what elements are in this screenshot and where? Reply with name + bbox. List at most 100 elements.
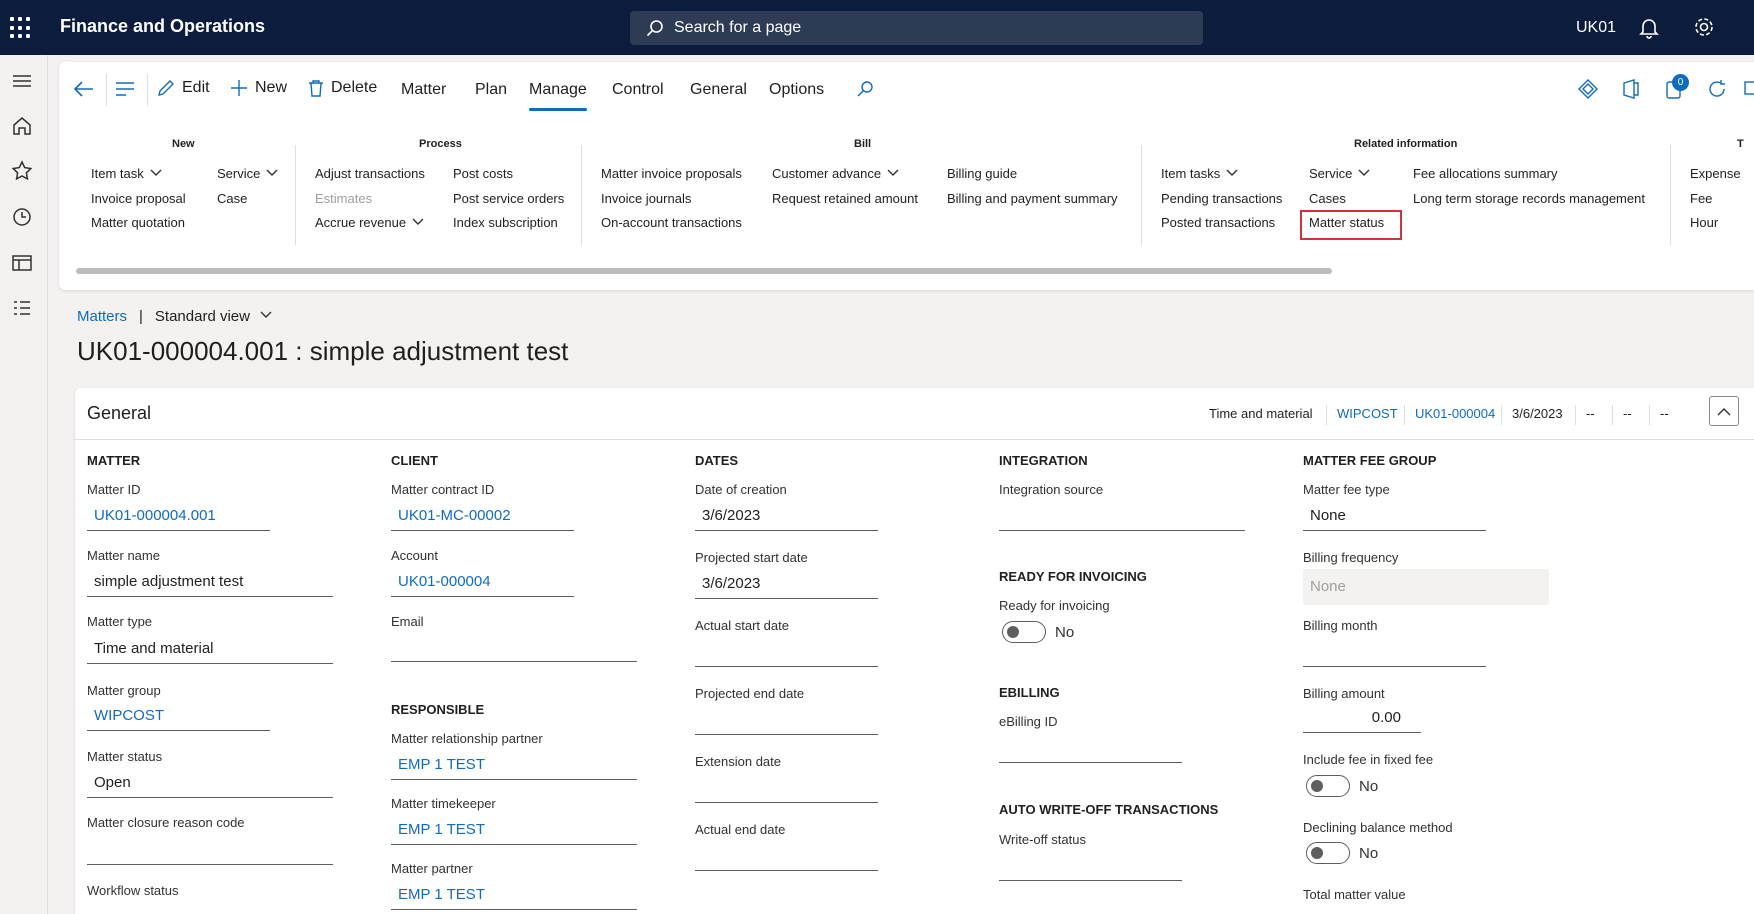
tab-plan[interactable]: Plan [475,81,507,99]
timekeeper-field[interactable]: EMP 1 TEST [391,815,637,845]
workspace-icon[interactable] [10,251,34,275]
integration-source-label: Integration source [999,482,1104,497]
contract-id-label: Matter contract ID [391,482,495,497]
diamond-icon[interactable] [1578,79,1598,99]
clock-icon[interactable] [10,205,34,229]
tab-general[interactable]: General [690,81,747,99]
matter-quotation-button[interactable]: Matter quotation [91,215,185,230]
billing-guide-button[interactable]: Billing guide [947,166,1017,181]
search-icon [646,20,663,37]
account-field[interactable]: UK01-000004 [391,567,574,597]
relationship-partner-field[interactable]: EMP 1 TEST [391,750,637,780]
refresh-icon[interactable] [1707,79,1727,99]
request-retained-amount-button[interactable]: Request retained amount [772,191,918,206]
matter-group-field[interactable]: WIPCOST [87,701,270,731]
app-launcher-icon[interactable] [10,17,32,39]
fee-allocations-summary-button[interactable]: Fee allocations summary [1413,166,1558,181]
case-button[interactable]: Case [217,191,247,206]
pending-transactions-button[interactable]: Pending transactions [1161,191,1282,206]
billing-amount-field[interactable]: 0.00 [1303,703,1421,733]
expense-button[interactable]: Expense [1690,166,1741,181]
invoice-journals-button[interactable]: Invoice journals [601,191,691,206]
matter-type-field[interactable]: Time and material [87,634,333,664]
contract-id-field[interactable]: UK01-MC-00002 [391,501,574,531]
accrue-revenue-menu[interactable]: Accrue revenue [315,215,424,230]
extension-date-label: Extension date [695,754,782,769]
tab-options[interactable]: Options [769,81,824,99]
hamburger-icon[interactable] [10,69,34,93]
post-costs-button[interactable]: Post costs [453,166,513,181]
customer-advance-menu[interactable]: Customer advance [772,166,899,181]
matter-name-field[interactable]: simple adjustment test [87,567,333,597]
menu-lines-icon[interactable] [115,80,135,98]
invoice-proposal-button[interactable]: Invoice proposal [91,191,186,206]
home-icon[interactable] [10,114,34,138]
adjust-transactions-button[interactable]: Adjust transactions [315,166,425,181]
billing-payment-summary-button[interactable]: Billing and payment summary [947,191,1118,206]
summary-account[interactable]: UK01-000004 [1415,406,1495,421]
view-selector[interactable]: Standard view [155,308,272,325]
on-account-transactions-button[interactable]: On-account transactions [601,215,742,230]
matter-id-field[interactable]: UK01-000004.001 [87,501,270,531]
include-fee-toggle[interactable] [1306,775,1350,797]
new-button[interactable]: New [230,79,287,97]
action-pane-scrollbar[interactable] [76,268,1332,274]
projected-end-label: Projected end date [695,686,805,701]
item-task-menu[interactable]: Item task [91,166,162,181]
company-picker[interactable]: UK01 [1576,19,1616,37]
bell-icon[interactable] [1639,17,1659,39]
index-subscription-button[interactable]: Index subscription [453,215,558,230]
gear-icon[interactable] [1693,16,1715,38]
matter-type-label: Matter type [87,614,153,629]
long-term-storage-button[interactable]: Long term storage records management [1413,191,1645,206]
popout-icon[interactable] [1744,81,1754,95]
collapse-button[interactable] [1709,396,1739,426]
general-fasttab-header[interactable]: General Time and material WIPCOST UK01-0… [75,388,1754,440]
tab-matter[interactable]: Matter [401,81,446,99]
writeoff-status-field[interactable] [999,851,1182,881]
delete-button[interactable]: Delete [308,79,377,97]
actual-end-field[interactable] [695,841,878,871]
fee-type-field[interactable]: None [1303,501,1486,531]
matter-partner-field[interactable]: EMP 1 TEST [391,880,637,910]
fee-button[interactable]: Fee [1690,191,1712,206]
projected-end-field[interactable] [695,705,878,735]
edit-button[interactable]: Edit [157,79,210,97]
declining-balance-toggle[interactable] [1306,842,1350,864]
summary-matter-group[interactable]: WIPCOST [1337,406,1398,421]
cases-button[interactable]: Cases [1309,191,1346,206]
back-arrow-icon[interactable] [73,78,95,100]
item-tasks-menu[interactable]: Item tasks [1161,166,1238,181]
star-icon[interactable] [10,159,34,183]
closure-reason-field[interactable] [87,835,333,865]
office-icon[interactable] [1622,79,1640,99]
tab-manage[interactable]: Manage [529,81,587,111]
service-menu-new[interactable]: Service [217,166,278,181]
find-icon[interactable] [856,80,874,98]
hour-button[interactable]: Hour [1690,215,1718,230]
breadcrumb-matters-link[interactable]: Matters [77,308,127,325]
billing-month-field[interactable] [1303,637,1486,667]
integration-source-field[interactable] [999,501,1245,531]
app-title[interactable]: Finance and Operations [60,16,265,37]
creation-date-field[interactable]: 3/6/2023 [695,501,878,531]
ready-invoicing-toggle[interactable] [1002,621,1046,643]
estimates-button[interactable]: Estimates [315,191,372,206]
posted-transactions-button[interactable]: Posted transactions [1161,215,1275,230]
post-service-orders-button[interactable]: Post service orders [453,191,564,206]
email-field[interactable] [391,632,637,662]
matter-status-field[interactable]: Open [87,768,333,798]
list-icon[interactable] [10,296,34,320]
ebilling-id-field[interactable] [999,733,1182,763]
projected-start-field[interactable]: 3/6/2023 [695,569,878,599]
breadcrumb: Matters | Standard view [77,308,272,325]
actual-start-field[interactable] [695,637,878,667]
tab-control[interactable]: Control [612,81,664,99]
matter-invoice-proposals-button[interactable]: Matter invoice proposals [601,166,742,181]
include-fee-label: Include fee in fixed fee [1303,752,1434,767]
service-menu-related[interactable]: Service [1309,166,1370,181]
general-fasttab-title: General [87,403,152,423]
declining-balance-label: Declining balance method [1303,820,1453,835]
extension-date-field[interactable] [695,773,878,803]
search-box[interactable]: Search for a page [630,11,1203,45]
